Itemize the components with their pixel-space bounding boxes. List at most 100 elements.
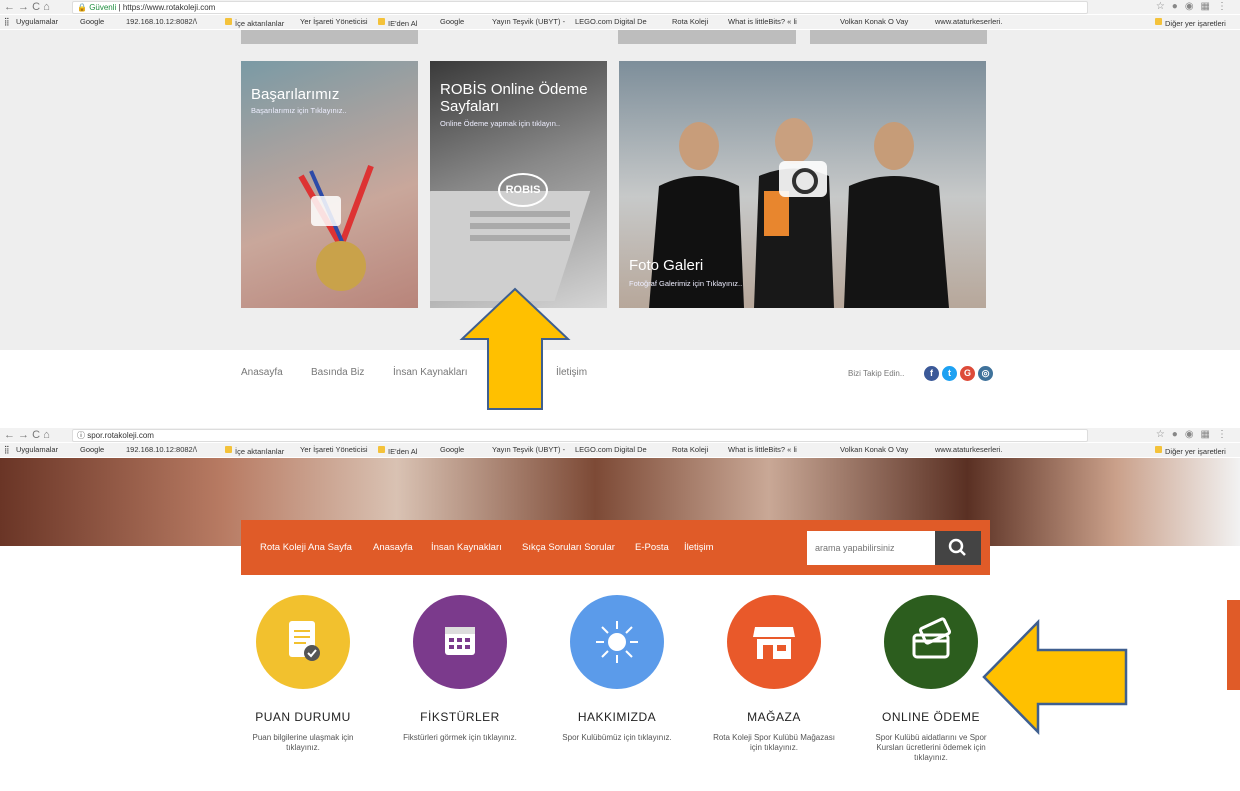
robis-logo: ROBIS xyxy=(498,173,548,207)
bookmark-item[interactable]: IE'den Al xyxy=(388,19,417,28)
menu-item[interactable]: E-Posta xyxy=(635,542,669,553)
feature-desc: Spor Kulübü aidatlarını ve Spor Kursları… xyxy=(875,733,987,762)
standings-button[interactable] xyxy=(256,595,350,689)
menu-item[interactable]: Anasayfa xyxy=(373,542,413,553)
bookmark-item[interactable]: LEGO.com Digital De xyxy=(575,445,647,454)
search-button[interactable] xyxy=(935,531,981,565)
bottom-address-bar: ← → C ⌂ ⓘ spor.rotakoleji.com ☆●◉▦⋮ xyxy=(0,428,1240,442)
bookmark-item[interactable]: What is littleBits? « li xyxy=(728,445,797,454)
feature-title: MAĞAZA xyxy=(747,710,801,724)
feature-desc: Puan bilgilerine ulaşmak için tıklayınız… xyxy=(252,733,354,752)
bookmark-item[interactable]: 192.168.10.12:8082/\ xyxy=(126,445,197,454)
store-icon xyxy=(753,627,795,659)
follow-label: Bizi Takip Edin.. xyxy=(848,369,905,378)
bookmark-item[interactable]: Yayın Teşvik (UBYT) - xyxy=(492,17,565,26)
instagram-icon[interactable]: ◎ xyxy=(978,366,993,381)
bookmark-item[interactable]: Uygulamalar xyxy=(16,17,58,26)
tile-title: Başarılarımız xyxy=(251,86,340,103)
bottom-url-text: spor.rotakoleji.com xyxy=(87,431,154,440)
camera-icon xyxy=(779,161,827,197)
feature-desc: Spor Kulübümüz için tıklayınız. xyxy=(562,733,672,742)
clipboard-icon xyxy=(289,621,320,661)
bookmark-item[interactable]: İçe aktarılanlar xyxy=(235,447,284,456)
store-button[interactable] xyxy=(727,595,821,689)
lock-icon: 🔒 xyxy=(77,3,90,12)
side-scroll-tab[interactable] xyxy=(1227,600,1240,690)
footer-link[interactable]: Basında Biz xyxy=(311,367,364,378)
search-icon xyxy=(948,538,966,556)
top-bookmarks-bar: ⣿ Uygulamalar Google 192.168.10.12:8082/… xyxy=(0,15,1240,29)
bookmark-item[interactable]: Volkan Konak O Vay xyxy=(840,445,908,454)
menu-item[interactable]: Rota Koleji Ana Sayfa xyxy=(260,542,352,553)
top-url-field[interactable]: 🔒 Güvenli | https://www.rotakoleji.com xyxy=(72,1,1088,14)
bottom-bookmarks-bar: ⣿ Uygulamalar Google 192.168.10.12:8082/… xyxy=(0,443,1240,457)
bookmark-item[interactable]: www.ataturkeserleri. xyxy=(935,445,1003,454)
bookmark-item[interactable]: Google xyxy=(440,17,464,26)
bookmark-item[interactable]: Google xyxy=(80,17,104,26)
highlight-arrow-up xyxy=(459,287,571,410)
footer-link[interactable]: Anasayfa xyxy=(241,367,283,378)
bookmark-item[interactable]: Yer İşareti Yöneticisi xyxy=(300,17,368,26)
tile-stub xyxy=(241,30,418,44)
facebook-icon[interactable]: f xyxy=(924,366,939,381)
bookmark-item[interactable]: What is littleBits? « li xyxy=(728,17,797,26)
tile-title: ROBİS Online Ödeme Sayfaları xyxy=(440,81,588,115)
credit-card-icon xyxy=(912,617,952,659)
tile-subtitle: Online Ödeme yapmak için tıklayın.. xyxy=(440,119,561,128)
bookmark-item[interactable]: Yer İşareti Yöneticisi xyxy=(300,445,368,454)
tile-stub xyxy=(618,30,796,44)
online-payment-button[interactable] xyxy=(884,595,978,689)
feature-title: FİKSTÜRLER xyxy=(420,710,500,724)
google-plus-icon[interactable]: G xyxy=(960,366,975,381)
bookmark-item[interactable]: Volkan Konak O Vay xyxy=(840,17,908,26)
extension-icons[interactable]: ☆●◉▦⋮ xyxy=(1156,1,1234,12)
bookmark-item[interactable]: IE'den Al xyxy=(388,447,417,456)
menu-item[interactable]: İletişim xyxy=(684,542,714,553)
nav-buttons[interactable]: ← → C ⌂ xyxy=(4,429,50,441)
menu-item[interactable]: İnsan Kaynakları xyxy=(431,542,502,553)
bookmark-item[interactable]: LEGO.com Digital De xyxy=(575,17,647,26)
tile-stub xyxy=(810,30,987,44)
bottom-url-field[interactable]: ⓘ spor.rotakoleji.com xyxy=(72,429,1088,442)
top-url-text: https://www.rotakoleji.com xyxy=(122,3,216,12)
footer-link[interactable]: İnsan Kaynakları xyxy=(393,367,468,378)
bookmark-item[interactable]: Google xyxy=(80,445,104,454)
tile-subtitle: Başarılarımız için Tıklayınız.. xyxy=(251,106,347,115)
robis-payment-tile[interactable]: ROBİS Online Ödeme Sayfaları Online Ödem… xyxy=(430,61,607,308)
students-photo xyxy=(649,118,949,308)
nav-buttons[interactable]: ← → C ⌂ xyxy=(4,1,50,13)
about-button[interactable] xyxy=(570,595,664,689)
other-bookmarks[interactable]: Diğer yer işaretleri xyxy=(1165,447,1226,456)
team-ball-icon xyxy=(596,621,638,663)
extension-icons[interactable]: ☆●◉▦⋮ xyxy=(1156,429,1234,440)
feature-title: PUAN DURUMU xyxy=(255,710,351,724)
bookmark-item[interactable]: www.ataturkeserleri. xyxy=(935,17,1003,26)
apps-icon[interactable]: ⣿ xyxy=(4,17,10,26)
feature-desc: Fikstürleri görmek için tıklayınız. xyxy=(403,733,517,742)
top-footer xyxy=(0,350,1240,390)
bookmark-item[interactable]: İçe aktarılanlar xyxy=(235,19,284,28)
bookmark-item[interactable]: Rota Koleji xyxy=(672,445,708,454)
photo-gallery-tile[interactable]: Foto Galeri Fotoğraf Galerimiz için Tıkl… xyxy=(619,61,986,308)
bookmark-item[interactable]: Google xyxy=(440,445,464,454)
medal-icon xyxy=(298,164,374,291)
search-input[interactable] xyxy=(807,531,935,565)
fixtures-button[interactable] xyxy=(413,595,507,689)
top-address-bar: ← → C ⌂ 🔒 Güvenli | https://www.rotakole… xyxy=(0,0,1240,14)
achievements-tile[interactable]: Başarılarımız Başarılarımız için Tıklayı… xyxy=(241,61,418,308)
twitter-icon[interactable]: t xyxy=(942,366,957,381)
feature-desc: Rota Koleji Spor Kulübü Mağazası için tı… xyxy=(713,733,835,752)
feature-title: HAKKIMIZDA xyxy=(577,710,657,724)
bookmark-item[interactable]: Uygulamalar xyxy=(16,445,58,454)
menu-item[interactable]: Sıkça Soruları Sorular xyxy=(522,542,615,553)
tile-subtitle: Fotoğraf Galerimiz için Tıklayınız.. xyxy=(629,279,743,288)
sport-menu-bar: Rota Koleji Ana Sayfa Anasayfa İnsan Kay… xyxy=(241,520,990,575)
bookmark-item[interactable]: Rota Koleji xyxy=(672,17,708,26)
bookmark-item[interactable]: Yayın Teşvik (UBYT) - xyxy=(492,445,565,454)
info-icon: ⓘ xyxy=(77,431,88,440)
tile-title: Foto Galeri xyxy=(629,257,704,274)
other-bookmarks[interactable]: Diğer yer işaretleri xyxy=(1165,19,1226,28)
calendar-icon xyxy=(445,627,475,655)
bookmark-item[interactable]: 192.168.10.12:8082/\ xyxy=(126,17,197,26)
apps-icon[interactable]: ⣿ xyxy=(4,445,10,454)
